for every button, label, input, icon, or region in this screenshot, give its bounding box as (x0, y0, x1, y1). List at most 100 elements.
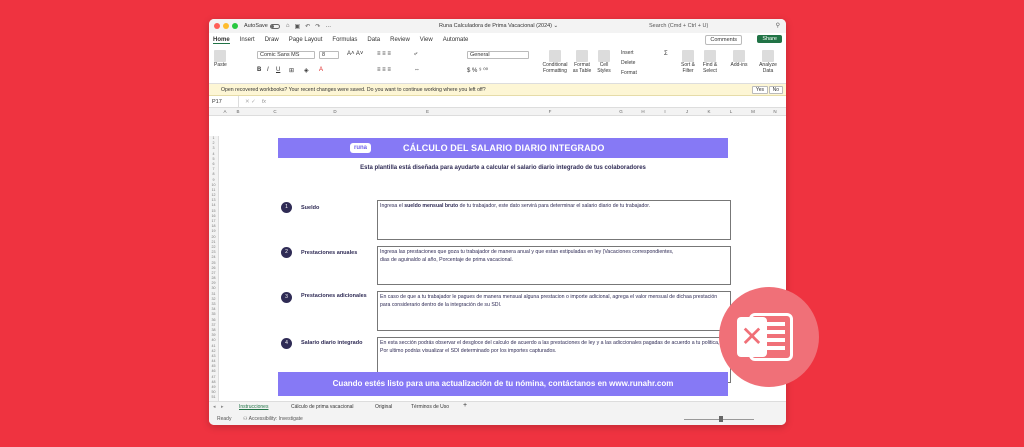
step-description-box[interactable]: Ingresa el sueldo mensual bruto de tu tr… (377, 200, 731, 240)
find-select-label: Find & Select (702, 62, 718, 74)
recovered-message: Open recovered workbooks? Your recent ch… (221, 86, 486, 93)
format-as-table-label: Format as Table (572, 62, 592, 74)
column-header[interactable]: A (219, 108, 231, 115)
tab-data[interactable]: Data (367, 37, 380, 43)
tab-page-layout[interactable]: Page Layout (289, 37, 323, 43)
accessibility-status[interactable]: ⚇ Accessibility: Investigate (243, 416, 303, 422)
ribbon-tabs: Home Insert Draw Page Layout Formulas Da… (209, 33, 786, 47)
borders-icon[interactable]: ⊞ (289, 67, 294, 74)
font-grow-icon[interactable]: A˄ A˅ (347, 51, 363, 57)
font-color-icon[interactable]: A (319, 67, 323, 73)
tab-automate[interactable]: Automate (443, 37, 469, 43)
excel-x-icon: ✕ (737, 317, 767, 357)
analyze-data-button[interactable]: Analyze Data (757, 50, 779, 74)
search-icon (704, 50, 716, 62)
column-header[interactable]: C (245, 108, 305, 115)
paste-button[interactable]: Paste (214, 50, 227, 69)
sheet-grid[interactable]: 1 2 3 4 5 6 7 8 9 10 11 12 13 14 15 16 17 18 19 20 21 22 23 24 2… (209, 136, 786, 406)
number-format-select[interactable]: General (467, 51, 529, 59)
home-icon[interactable]: ⌂ (286, 23, 290, 30)
column-header[interactable]: J (676, 108, 698, 115)
step-description-box[interactable]: Ingresa las prestaciones que goza tu tra… (377, 246, 731, 285)
prev-sheet-icon[interactable]: ◂ (213, 404, 216, 410)
autosave-toggle[interactable] (269, 23, 280, 29)
account-icon[interactable]: ⚲ (776, 22, 780, 29)
name-box[interactable]: P17 (209, 96, 239, 107)
tab-view[interactable]: View (420, 37, 433, 43)
step-text: de tu trabajador, este dato servirá para… (458, 203, 651, 209)
tab-draw[interactable]: Draw (265, 37, 279, 43)
cancel-check-icons[interactable]: ✕ ✓ (245, 99, 256, 105)
add-sheet-button[interactable]: + (463, 402, 467, 409)
column-header[interactable]: L (720, 108, 742, 115)
fill-color-icon[interactable]: ◈ (304, 67, 309, 74)
sheet-line-icon (767, 338, 785, 342)
paste-label: Paste (214, 62, 227, 68)
column-header[interactable]: M (742, 108, 764, 115)
align-bottom-icons[interactable]: ≡ ≡ ≡ (377, 67, 391, 73)
wrap-text-icon[interactable]: ⤶ (414, 51, 417, 58)
zoom-button[interactable] (232, 23, 238, 29)
conditional-formatting-button[interactable]: Conditional Formatting (542, 50, 568, 74)
column-header[interactable]: F (490, 108, 610, 115)
no-button[interactable]: No (768, 86, 783, 94)
tab-home[interactable]: Home (213, 37, 230, 44)
merge-icon[interactable]: ⇔ (414, 67, 420, 73)
addins-button[interactable]: Add-ins (729, 50, 749, 69)
sheet-tab-original[interactable]: Original (375, 404, 392, 410)
zoom-slider-thumb[interactable] (719, 416, 723, 422)
comments-button[interactable]: Comments (705, 35, 742, 45)
minimize-button[interactable] (223, 23, 229, 29)
column-header[interactable]: D (305, 108, 365, 115)
next-sheet-icon[interactable]: ▸ (221, 404, 224, 410)
column-header[interactable]: I (654, 108, 676, 115)
font-family-select[interactable]: Comic Sans MS (257, 51, 315, 59)
autosave[interactable]: AutoSave (244, 23, 280, 29)
autosave-label: AutoSave (244, 23, 268, 29)
bold-icon[interactable]: B (257, 67, 261, 73)
column-header[interactable]: B (231, 108, 245, 115)
runa-logo: runa (350, 143, 372, 153)
sort-filter-button[interactable]: Sort & Filter (679, 50, 697, 74)
share-button[interactable]: Share (757, 35, 782, 43)
sheet-tabs-bar: ◂ ▸ Instrucciones Cálculo de prima vacac… (209, 401, 786, 413)
step-text: Ingresa el (380, 203, 405, 209)
italic-icon[interactable]: I (267, 67, 269, 73)
save-icon[interactable]: ▣ (294, 23, 300, 30)
delete-button[interactable]: Delete (621, 60, 635, 66)
search-field[interactable]: Search (Cmd + Ctrl + U) (649, 23, 708, 29)
window-controls (214, 23, 238, 29)
tab-insert[interactable]: Insert (240, 37, 255, 43)
column-header[interactable]: K (698, 108, 720, 115)
column-header[interactable]: G (610, 108, 632, 115)
yes-button[interactable]: Yes (751, 86, 768, 94)
sheet-tab-instrucciones[interactable]: Instrucciones (239, 404, 268, 410)
underline-icon[interactable]: U (276, 67, 280, 73)
column-header[interactable]: E (365, 108, 490, 115)
sheet-tab-terminos[interactable]: Términos de Uso (411, 404, 449, 410)
redo-icon[interactable]: ↷ (315, 23, 320, 30)
sheet-tab-calculo[interactable]: Cálculo de prima vacacional (291, 404, 354, 410)
find-select-button[interactable]: Find & Select (701, 50, 719, 74)
corner-cell[interactable] (209, 108, 219, 115)
font-size-select[interactable]: 8 (319, 51, 339, 59)
format-button[interactable]: Format (621, 70, 637, 76)
fx-icon[interactable]: fx (262, 99, 266, 105)
column-header[interactable]: N (764, 108, 786, 115)
tab-review[interactable]: Review (390, 37, 410, 43)
undo-icon[interactable]: ↶ (305, 23, 310, 30)
cell-styles-button[interactable]: Cell Styles (595, 50, 613, 74)
status-ready: Ready (217, 416, 232, 422)
close-button[interactable] (214, 23, 220, 29)
more-icon[interactable]: … (325, 23, 331, 30)
align-icons[interactable]: ≡ ≡ ≡ (377, 51, 391, 57)
step-description-box[interactable]: En caso de que a tu trabajador le pagues… (377, 291, 731, 331)
tab-formulas[interactable]: Formulas (332, 37, 357, 43)
column-header[interactable]: H (632, 108, 654, 115)
insert-button[interactable]: Insert (621, 50, 634, 56)
autosum-icon[interactable]: Σ (664, 51, 668, 57)
format-as-table-button[interactable]: Format as Table (571, 50, 593, 74)
number-format-icons[interactable]: $ % ⁹ ⁰⁰ (467, 67, 488, 74)
sort-icon (682, 50, 694, 62)
step-number-badge: 4 (281, 338, 292, 349)
